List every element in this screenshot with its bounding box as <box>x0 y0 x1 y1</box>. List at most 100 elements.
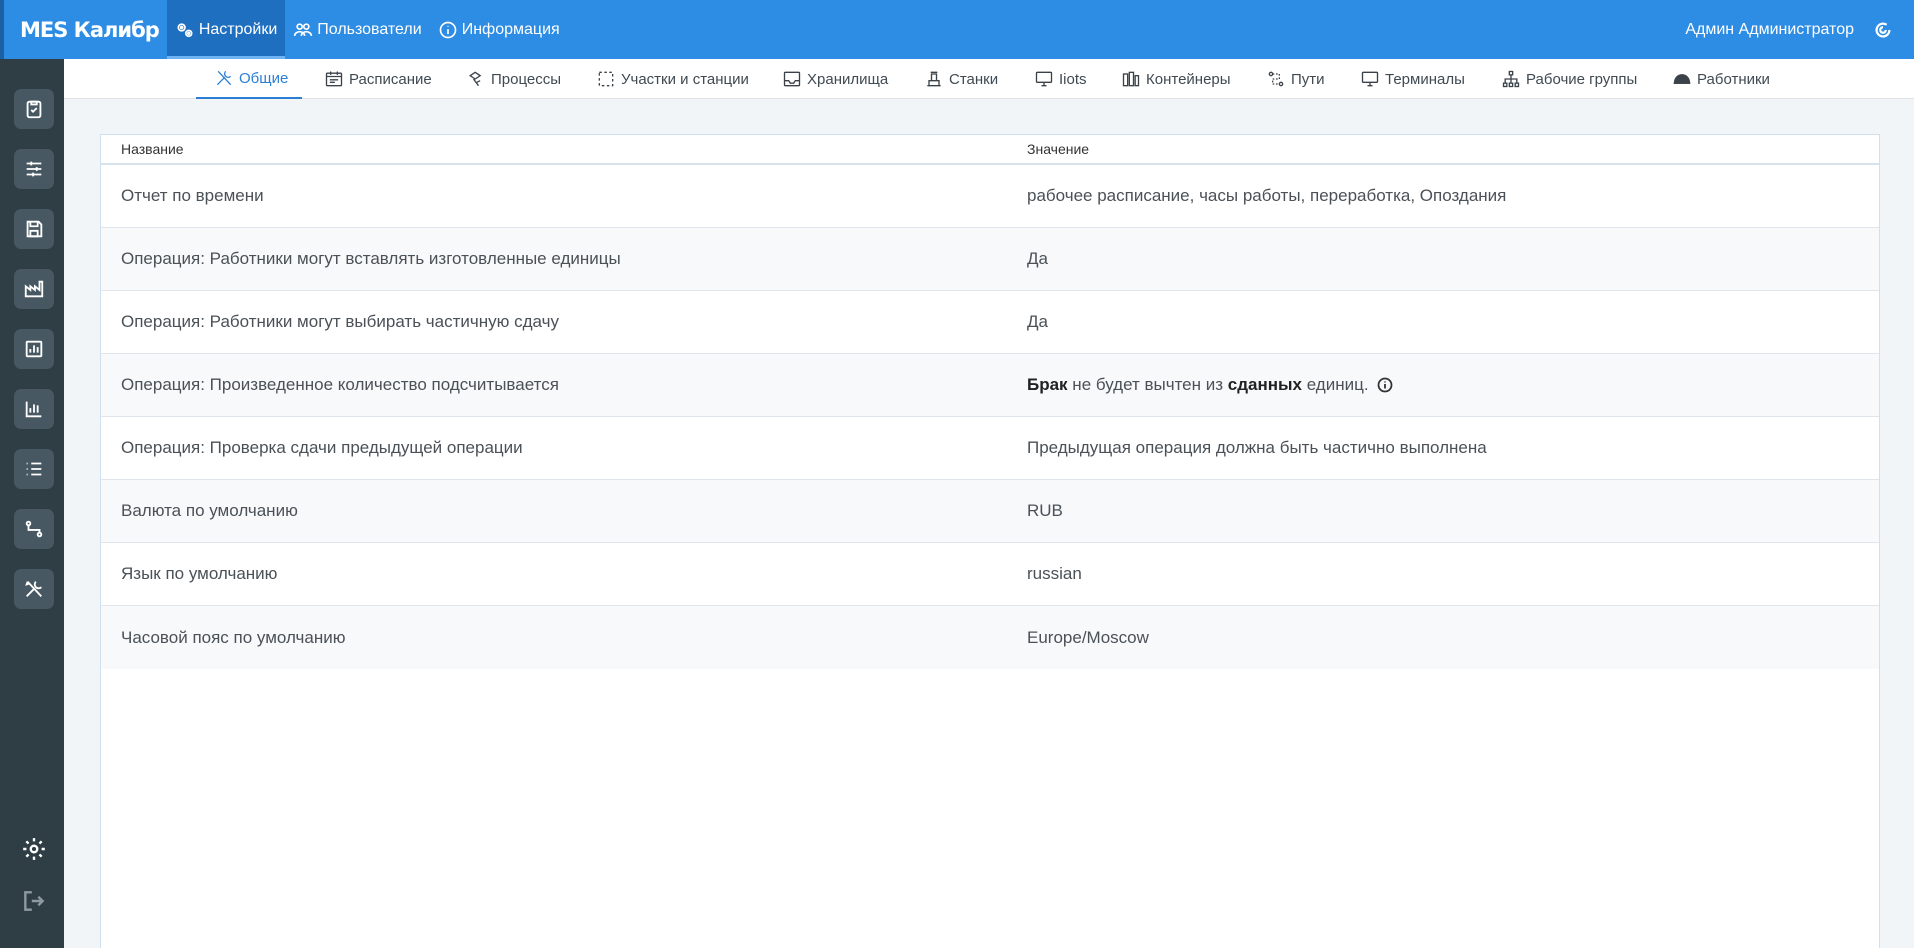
area-icon <box>598 71 614 87</box>
table-row[interactable]: Операция: Произведенное количество подсч… <box>101 354 1879 417</box>
topnav-settings-label: Настройки <box>198 20 278 38</box>
chart-icon <box>25 401 42 418</box>
list-icon <box>26 462 42 476</box>
containers-icon <box>1122 71 1140 87</box>
info-circle-icon <box>439 21 457 38</box>
tab-terminals-label: Терминалы <box>1385 70 1465 88</box>
row-name: Часовой пояс по умолчанию <box>121 627 346 647</box>
sidebar-item-routes[interactable] <box>14 509 54 549</box>
topnav-settings[interactable]: Настройки <box>166 0 286 59</box>
row-value: Предыдущая операция должна быть частично… <box>1027 438 1487 457</box>
sidebar-logout[interactable] <box>18 885 50 917</box>
process-icon <box>468 71 482 87</box>
table-row[interactable]: Операция: Работники могут выбирать части… <box>101 291 1879 354</box>
sidebar-item-reports[interactable] <box>14 329 54 369</box>
helmet-icon <box>1673 74 1691 84</box>
inbox-icon <box>783 71 801 87</box>
machine-icon <box>927 71 941 87</box>
row-name: Операция: Работники могут выбирать части… <box>121 312 559 331</box>
refresh-icon[interactable] <box>1872 19 1894 41</box>
factory-icon <box>24 280 44 298</box>
table-header: Название Значение <box>101 135 1879 165</box>
top-nav: Настройки Пользователи Информация <box>166 0 568 59</box>
sidebar-item-planning[interactable] <box>14 149 54 189</box>
settings-tabs: Общие Расписание Процессы Участки и стан… <box>64 59 1914 99</box>
row-name: Операция: Проверка сдачи предыдущей опер… <box>121 438 523 457</box>
tab-schedule[interactable]: Расписание <box>324 59 432 99</box>
tab-storages[interactable]: Хранилища <box>782 59 888 99</box>
top-bar: MES Калибр Настройки Пользователи Информ… <box>0 0 1914 59</box>
sidebar-item-analytics[interactable] <box>14 389 54 429</box>
table-row[interactable]: Отчет по времени рабочее расписание, час… <box>101 165 1879 228</box>
row-value: рабочее расписание, часы работы, перераб… <box>1027 186 1507 205</box>
value-text: не будет вычтен из <box>1067 375 1228 394</box>
value-text: единиц. <box>1302 375 1369 394</box>
clipboard-check-icon <box>26 100 42 119</box>
tab-work-groups[interactable]: Рабочие группы <box>1501 59 1637 99</box>
row-name: Валюта по умолчанию <box>121 501 298 520</box>
sliders-icon <box>26 161 42 177</box>
tab-containers-label: Контейнеры <box>1146 70 1231 88</box>
tab-iiots[interactable]: Iiots <box>1034 59 1087 99</box>
path-icon <box>1268 71 1284 87</box>
table-row[interactable]: Операция: Работники могут вставлять изго… <box>101 228 1879 291</box>
sidebar-item-tasks[interactable] <box>14 89 54 129</box>
value-bold-delivered: сданных <box>1227 375 1302 394</box>
tab-areas-stations-label: Участки и станции <box>621 70 749 88</box>
tab-containers[interactable]: Контейнеры <box>1121 59 1231 99</box>
tools-icon <box>25 581 43 597</box>
brand-logo[interactable]: MES Калибр <box>4 0 167 59</box>
bar-report-icon <box>25 340 43 358</box>
sidebar-item-storage[interactable] <box>14 209 54 249</box>
tab-processes[interactable]: Процессы <box>466 59 561 99</box>
sidebar <box>0 59 64 948</box>
row-name: Отчет по времени <box>121 186 264 205</box>
tools-icon <box>216 70 232 86</box>
tab-paths-label: Пути <box>1291 70 1325 88</box>
tab-terminals[interactable]: Терминалы <box>1360 59 1465 99</box>
row-name: Операция: Произведенное количество подсч… <box>121 375 559 394</box>
info-icon[interactable] <box>1377 377 1393 393</box>
header-value: Значение <box>1027 141 1090 157</box>
tab-areas-stations[interactable]: Участки и станции <box>596 59 749 99</box>
topnav-info[interactable]: Информация <box>430 0 568 59</box>
table-row[interactable]: Валюта по умолчанию RUB <box>101 480 1879 543</box>
gears-icon <box>177 22 193 37</box>
header-name: Название <box>121 141 184 157</box>
user-area: Админ Администратор <box>1685 0 1914 59</box>
tab-workers[interactable]: Работники <box>1672 59 1770 99</box>
tab-general[interactable]: Общие <box>196 59 303 99</box>
row-value: russian <box>1027 564 1082 583</box>
topnav-users[interactable]: Пользователи <box>285 0 429 59</box>
monitor-icon <box>1361 71 1379 87</box>
sidebar-settings[interactable] <box>18 833 50 865</box>
tab-processes-label: Процессы <box>491 70 562 88</box>
floppy-icon <box>26 220 43 238</box>
row-value: Europe/Moscow <box>1027 627 1149 647</box>
table-row[interactable]: Язык по умолчанию russian <box>101 543 1879 606</box>
sidebar-item-lists[interactable] <box>14 449 54 489</box>
row-name: Язык по умолчанию <box>121 564 278 583</box>
table-row[interactable]: Часовой пояс по умолчанию Europe/Moscow <box>101 606 1879 669</box>
topnav-users-label: Пользователи <box>317 20 422 38</box>
tab-workers-label: Работники <box>1697 70 1770 88</box>
monitor-icon <box>1035 71 1053 87</box>
route-icon <box>25 520 43 538</box>
sidebar-item-factory[interactable] <box>14 269 54 309</box>
calendar-icon <box>325 71 343 87</box>
row-value: Брак не будет вычтен из сданных единиц. <box>1027 375 1393 395</box>
table-row[interactable]: Операция: Проверка сдачи предыдущей опер… <box>101 417 1879 480</box>
value-bold-scrap: Брак <box>1027 375 1068 394</box>
tab-storages-label: Хранилища <box>807 70 889 88</box>
tab-work-groups-label: Рабочие группы <box>1526 70 1638 88</box>
row-value: Да <box>1027 312 1048 331</box>
row-name: Операция: Работники могут вставлять изго… <box>121 249 621 268</box>
tab-machines[interactable]: Станки <box>924 59 998 99</box>
gear-icon <box>23 838 45 860</box>
sidebar-item-settings-tools[interactable] <box>14 569 54 609</box>
tab-paths[interactable]: Пути <box>1266 59 1325 99</box>
hierarchy-icon <box>1502 70 1520 88</box>
user-name[interactable]: Админ Администратор <box>1685 21 1854 39</box>
users-icon <box>294 22 313 36</box>
topnav-info-label: Информация <box>461 20 560 38</box>
